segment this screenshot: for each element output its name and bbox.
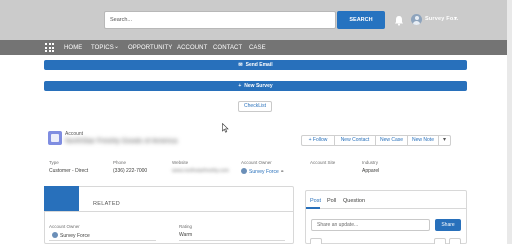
nav-item-topics[interactable]: TOPICS: [91, 45, 114, 51]
record-name: NorthStar Freshly Goods of America: [65, 138, 178, 145]
send-email-button[interactable]: ✉ Send Email: [44, 60, 467, 70]
type-label: Type: [49, 160, 59, 165]
more-actions-button[interactable]: ▾: [438, 135, 451, 146]
change-owner-icon[interactable]: ⚭: [280, 169, 284, 175]
nav-item-case[interactable]: CASE: [249, 45, 266, 51]
owner-avatar: [52, 232, 58, 238]
industry-label: Industry: [362, 160, 379, 165]
feed-refresh-button[interactable]: [449, 238, 461, 244]
tab-post[interactable]: Post: [310, 198, 321, 204]
new-case-button[interactable]: New Case: [375, 135, 408, 146]
detail-owner-link[interactable]: Survey Force: [52, 232, 90, 239]
detail-owner-value: Survey Force: [60, 233, 90, 239]
industry-value: Apparel: [362, 168, 380, 174]
detail-owner-label: Account Owner: [49, 224, 80, 229]
feed-search-button[interactable]: [310, 238, 322, 244]
new-note-button[interactable]: New Note: [407, 135, 439, 146]
mouse-cursor-icon: [222, 123, 229, 133]
bell-icon[interactable]: [394, 15, 404, 26]
record-action-group: + Follow New Contact New Case New Note ▾: [301, 135, 451, 146]
share-update-input[interactable]: Share an update...: [311, 219, 430, 231]
follow-button[interactable]: + Follow: [301, 135, 335, 146]
nav-item-contact[interactable]: CONTACT: [213, 45, 242, 51]
checklist-button[interactable]: CheckList: [238, 101, 272, 112]
search-button[interactable]: SEARCH: [337, 11, 385, 29]
object-label: Account: [65, 131, 84, 137]
phone-label: Phone: [113, 160, 127, 165]
rating-value: Warm: [179, 232, 193, 238]
chevron-down-icon[interactable]: ▾: [454, 15, 457, 22]
account-owner-label: Account Owner: [241, 160, 272, 165]
nav-item-home[interactable]: HOME: [64, 45, 82, 51]
chevron-down-icon[interactable]: ⌄: [114, 43, 119, 50]
website-value[interactable]: www.northstarfreshly.com: [172, 168, 229, 174]
type-value: Customer - Direct: [49, 168, 89, 174]
window-edge: [507, 0, 512, 244]
user-avatar[interactable]: [411, 14, 422, 25]
tab-divider: [44, 211, 294, 212]
new-survey-button[interactable]: + New Survey: [44, 81, 467, 91]
new-survey-label: New Survey: [244, 83, 273, 89]
account-owner-value: Survey Force: [249, 169, 279, 175]
email-icon: ✉: [238, 62, 243, 68]
tab-related[interactable]: RELATED: [93, 201, 120, 207]
publisher-tab-divider: [305, 208, 467, 209]
nav-item-account[interactable]: ACCOUNT: [177, 45, 207, 51]
rating-label: Rating: [179, 224, 193, 229]
website-label: Website: [172, 160, 189, 165]
account-site-label: Account Site: [310, 160, 336, 165]
field-divider: [179, 240, 285, 241]
search-input[interactable]: Search...: [104, 11, 336, 29]
active-tab-indicator: [306, 207, 320, 209]
field-divider: [49, 240, 156, 241]
app-launcher-icon[interactable]: [45, 43, 54, 52]
new-contact-button[interactable]: New Contact: [334, 135, 376, 146]
tab-details[interactable]: [44, 186, 79, 212]
account-owner-link[interactable]: Survey Force ⚭: [241, 168, 284, 175]
tab-poll[interactable]: Poll: [327, 198, 336, 204]
owner-avatar: [241, 168, 247, 174]
phone-value[interactable]: (336) 222-7000: [113, 168, 147, 174]
account-icon: [48, 131, 62, 145]
share-button[interactable]: Share: [435, 219, 461, 231]
nav-item-opportunity[interactable]: OPPORTUNITY: [128, 45, 172, 51]
plus-icon: +: [238, 83, 242, 89]
send-email-label: Send Email: [245, 62, 273, 68]
feed-filter-button[interactable]: [434, 238, 446, 244]
tab-question[interactable]: Question: [343, 198, 365, 204]
